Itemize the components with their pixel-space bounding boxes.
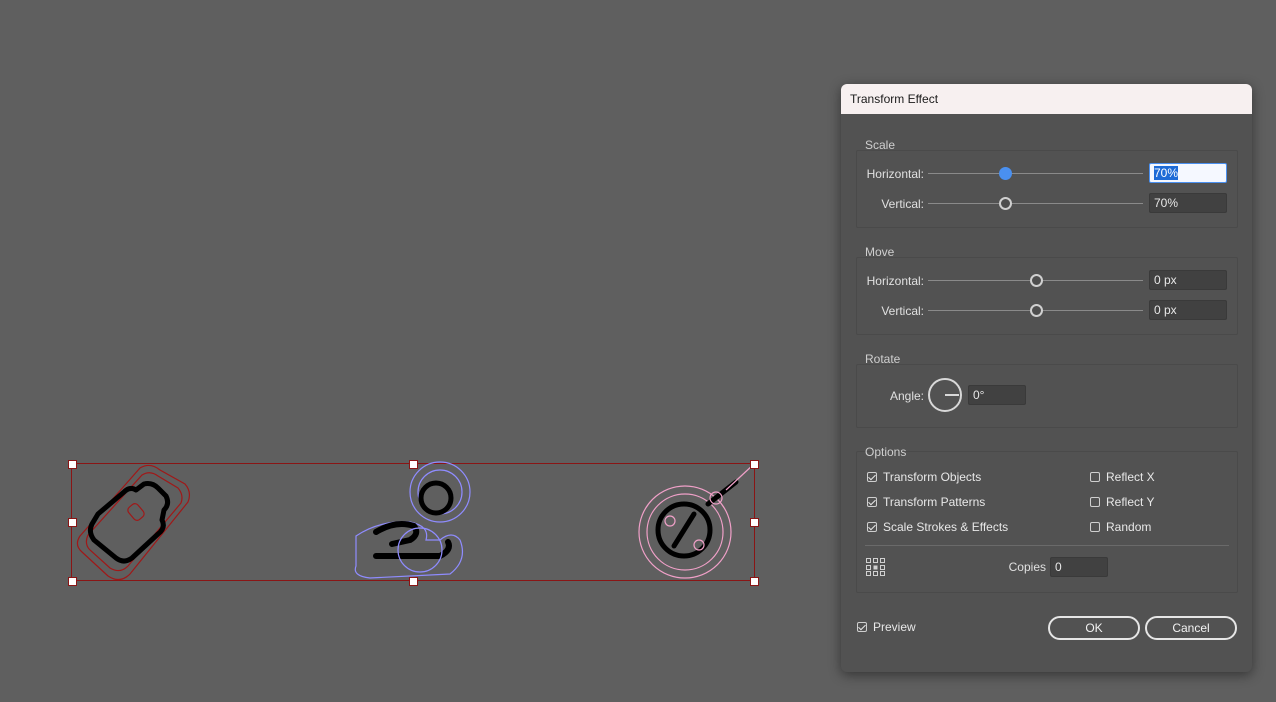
preview-checkbox[interactable]: Preview xyxy=(857,620,916,634)
random-checkbox[interactable]: Random xyxy=(1090,520,1151,534)
selection-bounding-box xyxy=(71,463,755,581)
percent-slash xyxy=(671,511,697,549)
rotate-angle-label: Angle: xyxy=(889,389,924,403)
scale-horizontal-slider-knob[interactable] xyxy=(999,167,1012,180)
selection-handle-bottom-left[interactable] xyxy=(68,577,77,586)
selection-handle-middle-left[interactable] xyxy=(68,518,77,527)
options-divider xyxy=(865,545,1229,546)
move-group-title: Move xyxy=(865,245,895,259)
transform-objects-check xyxy=(867,472,877,482)
price-tag-shape xyxy=(87,481,171,564)
copies-label: Copies xyxy=(1008,560,1046,574)
transform-objects-checkbox[interactable]: Transform Objects xyxy=(867,470,981,484)
scale-vertical-slider-knob[interactable] xyxy=(999,197,1012,210)
rotate-angle-input[interactable]: 0° xyxy=(968,385,1026,405)
scale-vertical-slider-track[interactable] xyxy=(928,203,1143,204)
cancel-button[interactable]: Cancel xyxy=(1145,616,1237,640)
random-check xyxy=(1090,522,1100,532)
reflect-y-checkbox[interactable]: Reflect Y xyxy=(1090,495,1154,509)
reflect-x-check xyxy=(1090,472,1100,482)
scale-horizontal-label: Horizontal: xyxy=(866,167,924,181)
selection-handle-top-center[interactable] xyxy=(409,460,418,469)
move-vertical-slider-knob[interactable] xyxy=(1030,304,1043,317)
preview-check xyxy=(857,622,867,632)
scale-group xyxy=(856,150,1238,228)
artwork-svg[interactable] xyxy=(0,0,840,702)
selection-handle-bottom-right[interactable] xyxy=(750,577,759,586)
hand-holding-coin-icon[interactable] xyxy=(354,461,471,579)
scale-horizontal-input[interactable]: 70% xyxy=(1149,163,1227,183)
move-vertical-input[interactable]: 0 px xyxy=(1149,300,1227,320)
scale-vertical-input[interactable]: 70% xyxy=(1149,193,1227,213)
scale-horizontal-slider-track[interactable] xyxy=(928,173,1143,174)
rotate-group-title: Rotate xyxy=(865,352,901,366)
move-horizontal-input[interactable]: 0 px xyxy=(1149,270,1227,290)
coin xyxy=(418,480,454,516)
reference-point-icon[interactable] xyxy=(865,557,887,577)
scale-vertical-label: Vertical: xyxy=(881,197,924,211)
move-group xyxy=(856,257,1238,335)
move-vertical-label: Vertical: xyxy=(881,304,924,318)
scale-group-title: Scale xyxy=(865,138,896,152)
reflect-y-check xyxy=(1090,497,1100,507)
move-horizontal-slider-knob[interactable] xyxy=(1030,274,1043,287)
discount-tag-icon[interactable] xyxy=(638,463,755,579)
scale-strokes-checkbox[interactable]: Scale Strokes & Effects xyxy=(867,520,1008,534)
options-group-title: Options xyxy=(865,445,907,459)
transform-patterns-checkbox[interactable]: Transform Patterns xyxy=(867,495,985,509)
move-horizontal-label: Horizontal: xyxy=(866,274,924,288)
hand-knuckle-outline xyxy=(397,527,443,573)
selection-handle-top-right[interactable] xyxy=(750,460,759,469)
dialog-title[interactable]: Transform Effect xyxy=(841,84,1252,114)
selection-handle-bottom-center[interactable] xyxy=(409,577,418,586)
selection-handle-middle-right[interactable] xyxy=(750,518,759,527)
selection-handle-top-left[interactable] xyxy=(68,460,77,469)
price-tag-hole xyxy=(127,503,145,521)
transform-patterns-check xyxy=(867,497,877,507)
artboard-canvas[interactable] xyxy=(0,0,840,702)
scale-strokes-check xyxy=(867,522,877,532)
transform-effect-dialog: Transform Effect Scale Horizontal: 70% V… xyxy=(841,84,1252,672)
reflect-x-checkbox[interactable]: Reflect X xyxy=(1090,470,1155,484)
ok-button[interactable]: OK xyxy=(1048,616,1140,640)
copies-input[interactable]: 0 xyxy=(1050,557,1108,577)
price-tag-icon[interactable] xyxy=(76,464,191,581)
angle-dial-icon[interactable] xyxy=(927,377,963,413)
percent-dot-top xyxy=(664,515,676,527)
